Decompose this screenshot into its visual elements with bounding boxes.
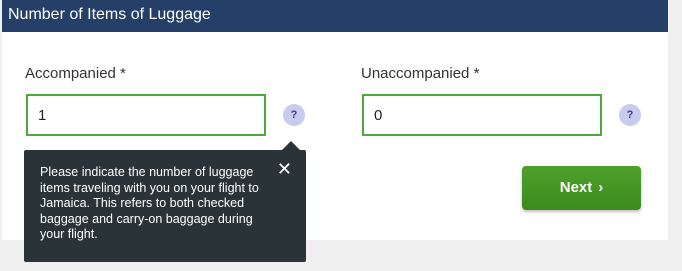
unaccompanied-help-icon[interactable]: ? bbox=[619, 104, 641, 126]
page: Number of Items of Luggage Accompanied *… bbox=[0, 0, 682, 271]
accompanied-label: Accompanied * bbox=[25, 65, 126, 82]
unaccompanied-input[interactable] bbox=[362, 94, 602, 136]
unaccompanied-label: Unaccompanied * bbox=[361, 65, 480, 82]
tooltip-text: Please indicate the number of luggage it… bbox=[40, 165, 259, 241]
accompanied-help-icon[interactable]: ? bbox=[283, 104, 305, 126]
accompanied-input[interactable] bbox=[26, 94, 266, 136]
tooltip-arrow bbox=[282, 141, 300, 150]
close-icon[interactable]: ✕ bbox=[277, 160, 292, 178]
help-tooltip: Please indicate the number of luggage it… bbox=[24, 150, 306, 262]
section-header: Number of Items of Luggage bbox=[2, 0, 668, 32]
chevron-right-icon: › bbox=[598, 179, 604, 196]
next-button[interactable]: Next › bbox=[522, 166, 641, 210]
next-button-label: Next bbox=[559, 179, 593, 196]
